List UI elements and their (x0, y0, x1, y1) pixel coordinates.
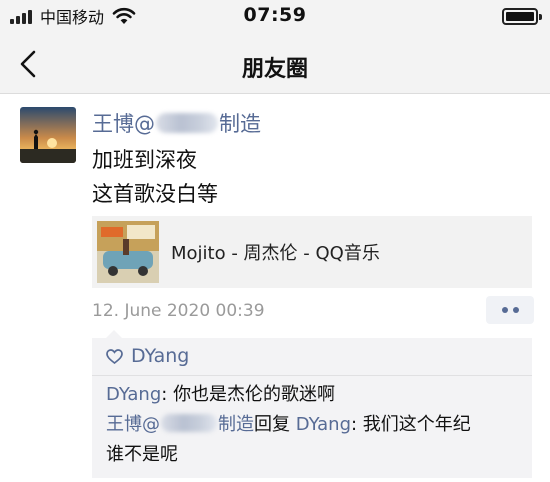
author-suffix: 制造 (219, 112, 261, 136)
likes-comments-box: DYang DYang: 你也是杰伦的歌迷啊 王博@ 制造回复 DYang: 我们… (92, 330, 532, 478)
album-cover-image (97, 221, 159, 283)
more-dot (501, 307, 508, 313)
comment-author-suffix[interactable]: 制造 (218, 414, 254, 435)
post-timestamp: 12. June 2020 00:39 (92, 301, 265, 321)
nav-bar: 朋友圈 (0, 34, 550, 94)
battery-fill (506, 12, 534, 21)
avatar-image (20, 107, 76, 163)
status-bar: 中国移动 07:59 (0, 0, 550, 34)
battery-icon (502, 8, 542, 25)
reply-to-name[interactable]: DYang (296, 414, 351, 435)
post-text-line-2: 这首歌没白等 (92, 182, 218, 206)
comment-item[interactable]: DYang: 你也是杰伦的歌迷啊 (106, 380, 335, 410)
status-time: 07:59 (243, 4, 307, 26)
comment-author[interactable]: 王博@ (106, 414, 160, 435)
likes-divider (92, 375, 532, 376)
more-dot (512, 307, 519, 313)
more-dots-icon[interactable] (486, 296, 534, 324)
post-author[interactable]: 王博@ 制造 (92, 108, 261, 138)
avatar[interactable] (20, 107, 76, 163)
reply-word: 回复 (254, 414, 290, 435)
comment-item[interactable]: 王博@ 制造回复 DYang: 我们这个年纪 谁不是呢 (106, 410, 471, 470)
comment-separator: : (161, 384, 174, 405)
comment-author[interactable]: DYang (106, 384, 161, 405)
heart-icon (106, 348, 123, 364)
comment-text-continued: 谁不是呢 (106, 444, 178, 465)
like-name[interactable]: DYang (131, 345, 189, 367)
redacted-blur (161, 414, 217, 432)
music-title: Mojito - 周杰伦 - QQ音乐 (171, 243, 380, 264)
comment-text: 我们这个年纪 (362, 414, 471, 435)
comment-text: 你也是杰伦的歌迷啊 (173, 384, 336, 405)
battery-cap (539, 14, 542, 20)
author-name: 王博@ (92, 112, 155, 136)
album-cover (97, 221, 159, 283)
page-title: 朋友圈 (241, 57, 308, 82)
likes-row: DYang (106, 343, 189, 369)
shared-music-card[interactable]: Mojito - 周杰伦 - QQ音乐 (92, 216, 532, 288)
redacted-blur (156, 113, 218, 133)
comment-separator: : (351, 414, 363, 435)
post-text-line-1: 加班到深夜 (92, 148, 197, 172)
